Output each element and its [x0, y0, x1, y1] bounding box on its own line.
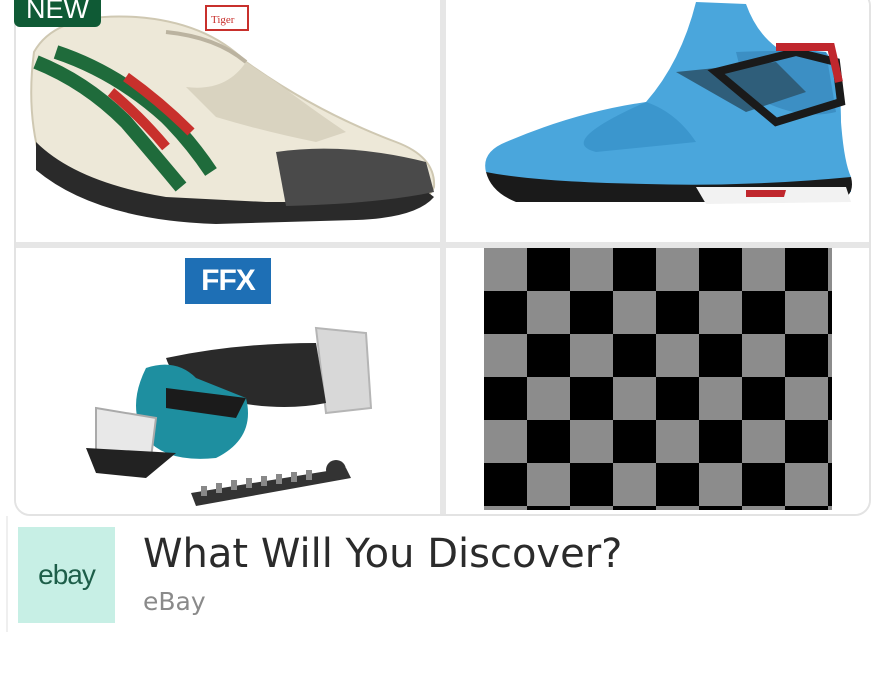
product-grid: Tiger FFX	[14, 0, 871, 516]
divider	[6, 516, 8, 632]
onitsuka-sneaker-product[interactable]: Tiger	[16, 0, 440, 242]
retailer-logo: FFX	[185, 258, 271, 304]
grid-divider	[16, 242, 869, 248]
checkerboard-product[interactable]	[446, 248, 869, 514]
logo-text: ebay	[38, 559, 96, 590]
retailer-logo-text: FFX	[201, 264, 256, 297]
ad-headline[interactable]: What Will You Discover?	[143, 531, 622, 577]
makita-shear-product[interactable]: FFX	[16, 248, 440, 514]
checkerboard-image	[484, 248, 832, 510]
new-badge: NEW	[14, 0, 101, 27]
sneaker-image	[485, 2, 852, 204]
sneaker-image: Tiger	[30, 5, 436, 224]
grid-divider	[440, 0, 446, 514]
advertiser-name: eBay	[143, 587, 206, 616]
advertiser-logo[interactable]: ebay	[18, 527, 115, 623]
ad-info[interactable]: ebay What Will You Discover? eBay	[18, 527, 718, 623]
svg-text:Tiger: Tiger	[211, 14, 235, 26]
jordan-sneaker-product[interactable]	[446, 0, 869, 242]
